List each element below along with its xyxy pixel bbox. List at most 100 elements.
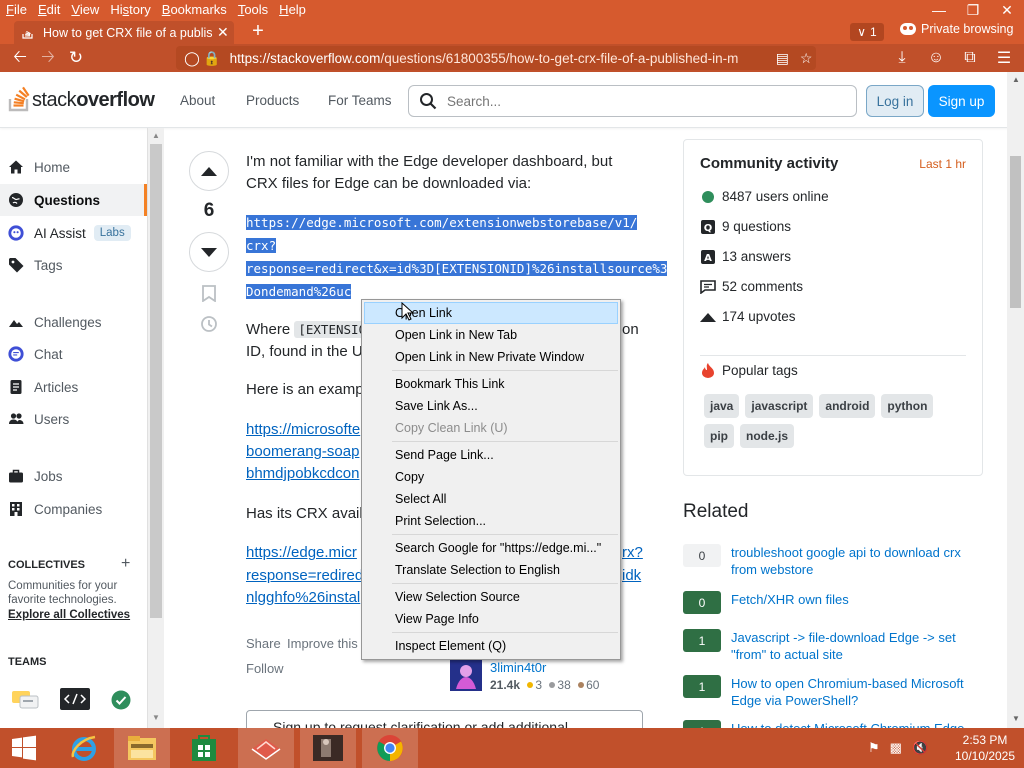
action-center-flag-icon[interactable]: ⚑ <box>868 740 880 756</box>
network-icon[interactable]: ▩ <box>890 740 902 756</box>
ctx-view-page-info[interactable]: View Page Info <box>362 608 620 630</box>
nav-jobs[interactable]: Jobs <box>0 460 147 492</box>
sidebar-scrollbar[interactable]: ▲ ▼ <box>147 128 164 728</box>
sidebar-scroll-thumb[interactable] <box>150 144 162 618</box>
taskbar-app-photo[interactable] <box>300 728 356 768</box>
page-scrollbar[interactable]: ▲ ▼ <box>1007 72 1024 728</box>
search-input[interactable] <box>447 93 827 109</box>
bookmark-star-icon[interactable]: ☆ <box>796 50 816 67</box>
lock-icon[interactable]: 🔒 <box>202 50 222 67</box>
nav-ai-assist[interactable]: AI Assist Labs <box>0 217 147 249</box>
example-link-3[interactable]: bhmdjpobkcdcon <box>246 465 359 482</box>
related-item[interactable]: 1 Javascript -> file-download Edge -> se… <box>683 629 983 663</box>
code-line-1[interactable]: https://edge.microsoft.com/extensionwebs… <box>246 212 638 234</box>
code-line-2[interactable]: crx? <box>246 235 277 257</box>
url-text[interactable]: https://stackoverflow.com/questions/6180… <box>230 51 765 66</box>
taskbar-chrome[interactable] <box>362 728 418 768</box>
related-item[interactable]: 0 Fetch/XHR own files <box>683 591 983 614</box>
related-item[interactable]: 1 How to open Chromium-based Microsoft E… <box>683 675 983 709</box>
related-title-link[interactable]: troubleshoot google api to download crx … <box>731 544 983 578</box>
user-avatar[interactable] <box>450 659 482 691</box>
tab-list-button[interactable]: ∨ 1 <box>850 23 884 41</box>
tag-android[interactable]: android <box>819 394 876 418</box>
code-line-3[interactable]: response=redirect&x=id%3D[EXTENSIONID]%2… <box>246 258 668 280</box>
example-link-line-3[interactable]: bhmdjpobkcdcon <box>246 463 359 485</box>
restore-icon[interactable]: ❐ <box>956 0 990 20</box>
scroll-up-arrow-icon[interactable]: ▲ <box>152 131 160 140</box>
menu-file[interactable]: File <box>0 0 32 20</box>
related-title-link[interactable]: How to detect Microsoft Chromium Edge <box>731 720 964 728</box>
site-search[interactable] <box>408 85 857 117</box>
address-bar[interactable]: ◯ 🔒 https://stackoverflow.com/questions/… <box>176 46 816 70</box>
tag-pip[interactable]: pip <box>704 424 734 448</box>
related-title-link[interactable]: Javascript -> file-download Edge -> set … <box>731 629 983 663</box>
ctx-select-all[interactable]: Select All <box>362 488 620 510</box>
nav-home[interactable]: Home <box>0 151 147 183</box>
follow-link[interactable]: Follow <box>246 661 284 676</box>
ctx-translate-selection[interactable]: Translate Selection to English <box>362 559 620 581</box>
crx-link-line-3[interactable]: nlgghfo%26instal <box>246 587 360 609</box>
crx-link-2-tail[interactable]: idk <box>622 567 641 584</box>
volume-muted-icon[interactable]: 🔇 <box>912 740 928 756</box>
account-icon[interactable]: ☺ <box>922 49 950 67</box>
taskbar-store[interactable] <box>176 728 232 768</box>
downloads-icon[interactable]: ⤓ <box>888 49 916 67</box>
crx-link-3[interactable]: nlgghfo%26instal <box>246 589 360 606</box>
nav-questions[interactable]: Questions <box>0 184 147 216</box>
taskbar-file-explorer[interactable] <box>114 728 170 768</box>
start-button[interactable] <box>0 728 48 768</box>
example-link-2[interactable]: boomerang-soap <box>246 443 359 460</box>
ctx-search-google[interactable]: Search Google for "https://edge.mi..." <box>362 537 620 559</box>
reload-button[interactable]: ↻ <box>62 44 90 72</box>
nav-challenges[interactable]: Challenges <box>0 306 147 338</box>
ctx-print-selection[interactable]: Print Selection... <box>362 510 620 532</box>
scroll-down-arrow-icon[interactable]: ▼ <box>152 713 160 722</box>
close-window-icon[interactable]: ✕ <box>990 0 1024 20</box>
ctx-view-selection-source[interactable]: View Selection Source <box>362 586 620 608</box>
stackoverflow-logo[interactable]: stack overflow <box>8 82 155 112</box>
menu-edit[interactable]: Edit <box>32 0 65 20</box>
downvote-button[interactable] <box>189 232 229 272</box>
menu-view[interactable]: View <box>65 0 104 20</box>
page-scroll-up-icon[interactable]: ▲ <box>1012 75 1020 84</box>
page-scroll-down-icon[interactable]: ▼ <box>1012 714 1020 723</box>
upvote-button[interactable] <box>189 151 229 191</box>
ctx-bookmark-link[interactable]: Bookmark This Link <box>362 373 620 395</box>
tag-javascript[interactable]: javascript <box>745 394 814 418</box>
history-icon[interactable] <box>200 315 218 333</box>
ctx-inspect-element[interactable]: Inspect Element (Q) <box>362 635 620 657</box>
crx-link-line-2-tail[interactable]: idk <box>622 565 641 587</box>
tab-close-icon[interactable]: ✕ <box>217 24 229 41</box>
tab-active[interactable]: How to get CRX file of a publish ✕ <box>14 21 234 44</box>
header-products-link[interactable]: Products <box>246 93 299 108</box>
minimize-icon[interactable]: — <box>922 0 956 20</box>
header-about-link[interactable]: About <box>180 93 215 108</box>
ctx-open-private-window[interactable]: Open Link in New Private Window <box>362 346 620 368</box>
new-tab-button[interactable]: + <box>246 20 270 44</box>
signup-button[interactable]: Sign up <box>928 85 995 117</box>
menu-help[interactable]: Help <box>273 0 311 20</box>
nav-users[interactable]: Users <box>0 403 147 435</box>
crx-link-2[interactable]: response=redired <box>246 567 363 584</box>
related-item[interactable]: 0 troubleshoot google api to download cr… <box>683 544 983 578</box>
tag-python[interactable]: python <box>881 394 934 418</box>
tag-nodejs[interactable]: node.js <box>740 424 795 448</box>
taskbar-internet-explorer[interactable] <box>56 728 112 768</box>
nav-companies[interactable]: Companies <box>0 493 147 525</box>
hamburger-menu-icon[interactable]: ☰ <box>990 48 1018 68</box>
system-clock[interactable]: 2:53 PM 10/10/2025 <box>952 732 1018 764</box>
example-link-1[interactable]: https://microsofte <box>246 421 360 438</box>
user-name-link[interactable]: 3limin4t0r <box>490 660 546 675</box>
crx-link-1[interactable]: https://edge.micr <box>246 544 357 561</box>
crx-link-line-1-tail[interactable]: rx? <box>622 542 643 564</box>
tag-java[interactable]: java <box>704 394 740 418</box>
nav-chat[interactable]: Chat <box>0 338 147 370</box>
menu-tools[interactable]: Tools <box>232 0 273 20</box>
example-link-line-2[interactable]: boomerang-soap <box>246 441 359 463</box>
add-collective-icon[interactable]: + <box>121 555 130 573</box>
ctx-open-new-tab[interactable]: Open Link in New Tab <box>362 324 620 346</box>
page-scroll-thumb[interactable] <box>1010 156 1021 308</box>
crx-link-line-2[interactable]: response=redired <box>246 565 363 587</box>
crx-link-1-tail[interactable]: rx? <box>622 544 643 561</box>
back-button[interactable]: 🡠 <box>6 44 34 72</box>
